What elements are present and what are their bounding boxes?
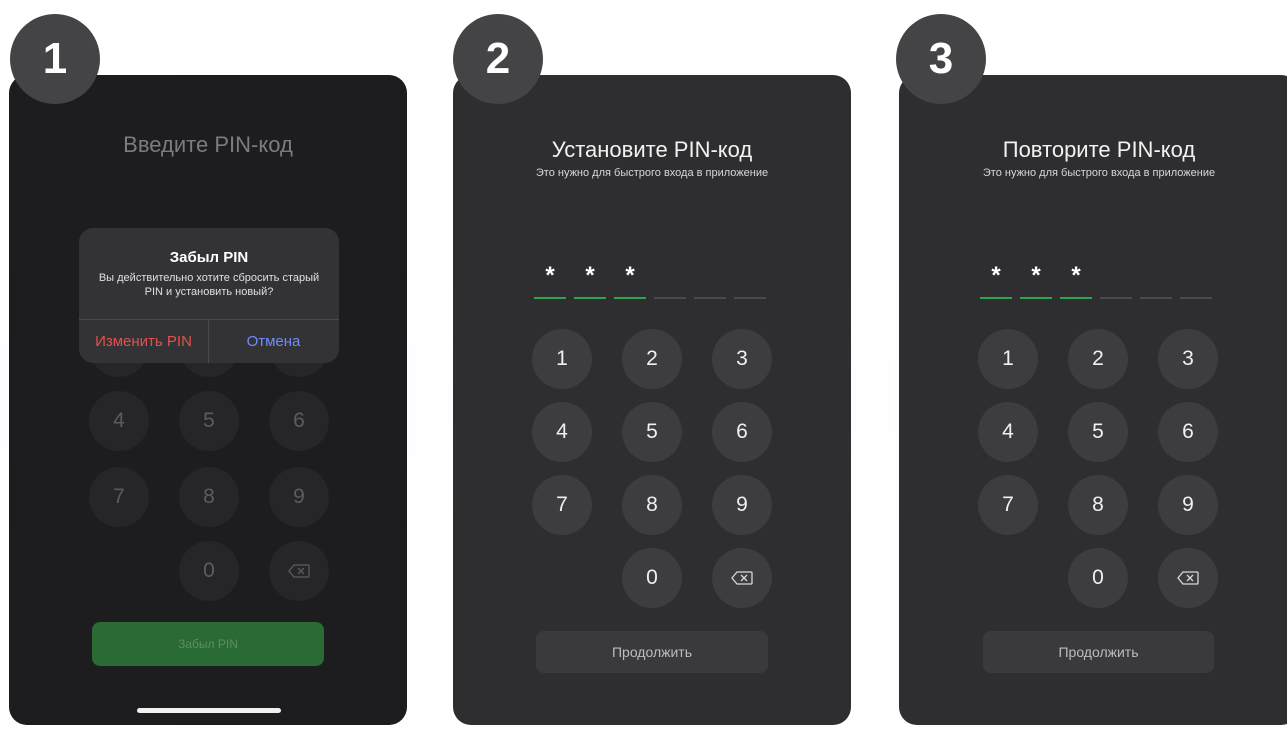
continue-button[interactable]: Продолжить xyxy=(983,631,1214,673)
key-3[interactable]: 3 xyxy=(1158,329,1218,389)
pin-slot-6 xyxy=(734,297,766,299)
pin-slot-3 xyxy=(1060,297,1092,299)
key-4[interactable]: 4 xyxy=(978,402,1038,462)
step-badge-3: 3 xyxy=(896,14,986,104)
key-4[interactable]: 4 xyxy=(89,391,149,451)
change-pin-button[interactable]: Изменить PIN xyxy=(79,320,208,363)
key-4[interactable]: 4 xyxy=(532,402,592,462)
pin-slot-5 xyxy=(1140,297,1172,299)
step-badge-2: 2 xyxy=(453,14,543,104)
key-6[interactable]: 6 xyxy=(269,391,329,451)
key-9[interactable]: 9 xyxy=(712,475,772,535)
key-8[interactable]: 8 xyxy=(179,467,239,527)
pin-slot-1 xyxy=(534,297,566,299)
pin-digit-2: * xyxy=(1031,262,1041,289)
key-8[interactable]: 8 xyxy=(1068,475,1128,535)
key-6[interactable]: 6 xyxy=(712,402,772,462)
backspace-icon[interactable] xyxy=(269,541,329,601)
step-1-screen: Введите PIN-код 1 2 3 4 5 6 7 8 9 0 Забы… xyxy=(9,75,407,725)
key-5[interactable]: 5 xyxy=(1068,402,1128,462)
key-7[interactable]: 7 xyxy=(532,475,592,535)
key-1[interactable]: 1 xyxy=(532,329,592,389)
key-0[interactable]: 0 xyxy=(1068,548,1128,608)
pin-digit-3: * xyxy=(1071,262,1081,289)
key-2[interactable]: 2 xyxy=(622,329,682,389)
step-badge-1: 1 xyxy=(10,14,100,104)
pin-digit-1: * xyxy=(545,262,555,289)
key-0[interactable]: 0 xyxy=(179,541,239,601)
home-indicator xyxy=(137,708,281,713)
repeat-pin-subtitle: Это нужно для быстрого входа в приложени… xyxy=(982,167,1216,179)
pin-slot-1 xyxy=(980,297,1012,299)
set-pin-subtitle: Это нужно для быстрого входа в приложени… xyxy=(535,167,769,179)
key-3[interactable]: 3 xyxy=(712,329,772,389)
pin-slot-6 xyxy=(1180,297,1212,299)
key-2[interactable]: 2 xyxy=(1068,329,1128,389)
enter-pin-title: Введите PIN-код xyxy=(123,132,293,157)
pin-slot-4 xyxy=(654,297,686,299)
forgot-pin-button[interactable]: Забыл PIN xyxy=(92,622,324,666)
backspace-icon[interactable] xyxy=(712,548,772,608)
pin-digit-2: * xyxy=(585,262,595,289)
backspace-icon[interactable] xyxy=(1158,548,1218,608)
set-pin-title: Установите PIN-код xyxy=(551,137,753,162)
key-6[interactable]: 6 xyxy=(1158,402,1218,462)
pin-slot-2 xyxy=(574,297,606,299)
pin-digit-3: * xyxy=(625,262,635,289)
key-7[interactable]: 7 xyxy=(978,475,1038,535)
key-5[interactable]: 5 xyxy=(622,402,682,462)
cancel-button[interactable]: Отмена xyxy=(209,320,338,363)
continue-button[interactable]: Продолжить xyxy=(536,631,768,673)
repeat-pin-title: Повторите PIN-код xyxy=(1002,137,1196,162)
key-5[interactable]: 5 xyxy=(179,391,239,451)
key-1[interactable]: 1 xyxy=(978,329,1038,389)
key-9[interactable]: 9 xyxy=(1158,475,1218,535)
pin-slot-4 xyxy=(1100,297,1132,299)
forgot-pin-dialog: Забыл PIN Вы действительно хотите сброси… xyxy=(79,228,339,363)
dialog-title: Забыл PIN xyxy=(169,249,249,266)
step-2-screen: Установите PIN-код Это нужно для быстрог… xyxy=(453,75,851,725)
pin-slot-5 xyxy=(694,297,726,299)
key-9[interactable]: 9 xyxy=(269,467,329,527)
dialog-message: Вы действительно хотите сбросить старый … xyxy=(98,272,320,298)
step-3-screen: Повторите PIN-код Это нужно для быстрого… xyxy=(899,75,1287,725)
key-0[interactable]: 0 xyxy=(622,548,682,608)
pin-slot-3 xyxy=(614,297,646,299)
key-8[interactable]: 8 xyxy=(622,475,682,535)
pin-slot-2 xyxy=(1020,297,1052,299)
key-7[interactable]: 7 xyxy=(89,467,149,527)
pin-digit-1: * xyxy=(991,262,1001,289)
